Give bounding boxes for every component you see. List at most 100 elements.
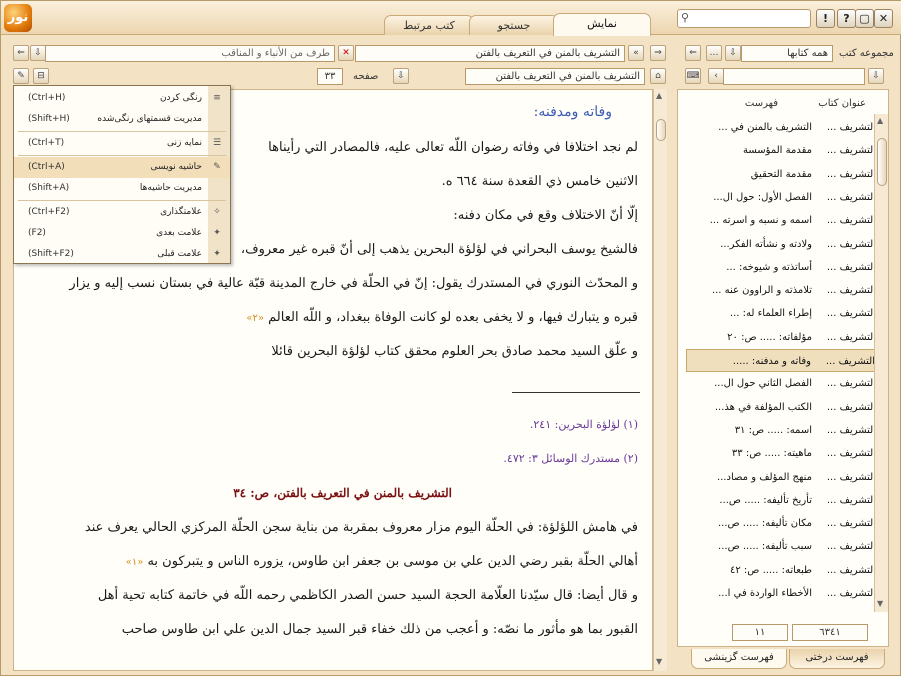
toc-row-book: التشريف ... [826, 331, 876, 343]
toc-panel: عنوان کتاب فهرست التشريف ... التشريف بالم… [677, 89, 889, 647]
footnote-ref[interactable]: «١» [126, 557, 144, 568]
section-field[interactable]: طرف من الأنباء و المناقب [45, 45, 335, 62]
scroll-up-icon[interactable]: ▲ [877, 116, 883, 125]
toc-row-book: التشريف ... [826, 191, 876, 203]
help-warning-button[interactable]: ! [816, 9, 835, 28]
text-line: القبور بما هو مأثور ما نصّه: و أعجب من ذ… [121, 622, 638, 637]
shortcut-label: (Ctrl+H) [28, 93, 66, 103]
toc-row-title: مقدمة التحقيق [750, 168, 812, 180]
toc-row[interactable]: التشريف ... تأريخ تأليفه: ..... ص... [686, 489, 876, 512]
column-header-book[interactable]: عنوان کتاب [818, 98, 866, 109]
toc-field[interactable]: التشریف بالمنن في التعریف بالفتن [465, 68, 645, 85]
toc-row-book: التشريف ... [826, 448, 876, 460]
toc-row[interactable]: التشريف ... مكان تأليفه: ..... ص... [686, 512, 876, 535]
toc-row[interactable]: التشريف ... سبب تأليفه: ..... ص... [686, 535, 876, 558]
document-scrollbar[interactable]: ▲ ▼ [653, 89, 667, 671]
shortcut-label: (F2) [28, 228, 46, 238]
toc-row[interactable]: التشريف ... التشريف بالمنن في ... [686, 116, 876, 139]
shortcut-label: (Shift+A) [28, 183, 70, 193]
prev-book-icon[interactable]: « [628, 45, 644, 61]
tab-related-books[interactable]: کتب مرتبط [384, 15, 474, 35]
menu-item-manage-annotations[interactable]: (Shift+A) مدیریت حاشیه‌ها [14, 178, 230, 199]
menu-item-annotate[interactable]: (Ctrl+A) حاشیه نویسی ✎ [14, 157, 230, 178]
tab-tree-toc[interactable]: فهرست درختی [789, 649, 885, 669]
text-line: أهالي الحلّة بقبر رضي الدين علي بن موسى … [126, 554, 638, 569]
page-go-icon[interactable]: ⇩ [393, 68, 409, 84]
sidebar-prev-icon[interactable]: ‹ [708, 68, 724, 84]
text-span: قبره و يتبارك فيها، و لا يخفى بعده لو كا… [268, 310, 638, 325]
app-logo[interactable]: نور [4, 4, 32, 32]
collection-select[interactable]: همه کتابها [741, 45, 833, 62]
shortcut-label: (Ctrl+T) [28, 138, 65, 148]
menu-item-prev-bookmark[interactable]: (Shift+F2) علامت قبلی ✦ [14, 244, 230, 265]
toc-row[interactable]: التشريف ... إطراء العلماء له: ... [686, 302, 876, 325]
text-line: و قال أيضا: قال سيّدنا العلّامة الحجة ال… [97, 588, 638, 603]
footnote-ref[interactable]: «٢» [246, 313, 264, 324]
menu-item-highlight[interactable]: (Ctrl+H) رنگی کردن ≡ [14, 88, 230, 109]
close-button[interactable]: ✕ [874, 9, 893, 28]
tab-selective-toc[interactable]: فهرست گزینشی [691, 649, 787, 669]
toc-row[interactable]: التشريف ... الفصل الأول: حول ال... [686, 186, 876, 209]
column-header-toc[interactable]: فهرست [745, 98, 778, 109]
more-options-icon[interactable]: … [706, 45, 722, 61]
nav-forward-icon[interactable]: ⇒ [650, 45, 666, 61]
toc-row[interactable]: التشريف ... اسمه و نسبه و اسرته ... [686, 209, 876, 232]
toc-row[interactable]: التشريف ... مؤلفاته: ..... ص: ٢٠ [686, 326, 876, 349]
toc-row-book: التشريف ... [826, 424, 876, 436]
book-field[interactable]: التشریف بالمنن في التعریف بالفتن [355, 45, 625, 62]
tools-menu: (Ctrl+H) رنگی کردن ≡ (Shift+H) مدیریت قس… [13, 85, 231, 264]
toc-row-title: ماهيته: ..... ص: ٣٣ [731, 448, 812, 460]
tab-search[interactable]: جستجو [469, 15, 559, 35]
toc-row-title: مقدمة المؤسسة [743, 145, 812, 157]
menu-item-bookmark[interactable]: (Ctrl+F2) علامتگذاری ✧ [14, 202, 230, 223]
scroll-thumb[interactable] [656, 119, 666, 141]
collection-dropdown-icon[interactable]: ⇩ [725, 45, 741, 61]
toc-row-book: التشريف ... [826, 285, 876, 297]
section-heading: وفاته ومدفنه: [533, 104, 612, 120]
toc-row[interactable]: التشريف ... تلامذته و الراوون عنه ... [686, 279, 876, 302]
tools-menu-icon[interactable]: ✎ [13, 68, 29, 84]
toc-row[interactable]: التشريف ... ماهيته: ..... ص: ٣٣ [686, 442, 876, 465]
nav-back-icon[interactable]: ⇐ [13, 45, 29, 61]
menu-item-label: علامتگذاری [160, 207, 202, 217]
menu-item-index[interactable]: (Ctrl+T) نمایه زنی ☰ [14, 133, 230, 154]
toc-row[interactable]: التشريف ... الفصل الثاني حول ال... [686, 372, 876, 395]
tag-icon[interactable]: ⌂ [650, 68, 666, 84]
tab-display[interactable]: نمایش [553, 13, 651, 36]
toc-row[interactable]: التشريف ... الكتب المؤلفة في هذ... [686, 396, 876, 419]
menu-item-manage-highlights[interactable]: (Shift+H) مدیریت قسمتهای رنگی‌شده [14, 109, 230, 130]
toc-row[interactable]: التشريف ... أساتذته و شيوخه: ... [686, 256, 876, 279]
view-mode-icon[interactable]: ⊟ [33, 68, 49, 84]
footnote-divider [512, 392, 640, 393]
scroll-up-icon[interactable]: ▲ [656, 91, 662, 100]
close-book-icon[interactable]: ✕ [338, 45, 354, 61]
toc-row[interactable]: التشريف ... مقدمة المؤسسة [686, 139, 876, 162]
toc-row[interactable]: التشريف ... منهج المؤلف و مصاد... [686, 466, 876, 489]
help-button[interactable]: ? [837, 9, 856, 28]
scroll-down-icon[interactable]: ▼ [877, 599, 883, 608]
sidebar-search-input[interactable] [723, 68, 865, 85]
toc-row[interactable]: التشريف ... طبعاته: ..... ص: ٤٢ [686, 559, 876, 582]
toc-row[interactable]: التشريف ... وفاته و مدفنه: ..... [686, 349, 876, 372]
menu-item-label: حاشیه نویسی [150, 162, 202, 172]
page-label: صفحه [353, 71, 379, 82]
section-dropdown-icon[interactable]: ⇩ [30, 45, 46, 61]
toc-row-title: الأخطاء الواردة في ا... [718, 588, 812, 599]
global-search-input[interactable]: ⚲ [677, 9, 811, 28]
page-number-input[interactable]: ۳۳ [317, 68, 343, 85]
toc-row[interactable]: التشريف ... الأخطاء الواردة في ا... [686, 582, 876, 605]
toc-row-title: وفاته و مدفنه: ..... [732, 356, 811, 367]
menu-item-next-bookmark[interactable]: (F2) علامت بعدی ✦ [14, 223, 230, 244]
toc-row[interactable]: التشريف ... اسمه: ..... ص: ٣١ [686, 419, 876, 442]
text-line: و المحدّث النوري في المستدرك يقول: إنّ ف… [69, 276, 638, 291]
scroll-thumb[interactable] [877, 138, 887, 186]
sidebar-go-icon[interactable]: ⇩ [868, 68, 884, 84]
sidebar-back-icon[interactable]: ⇐ [685, 45, 701, 61]
keyboard-icon[interactable]: ⌨ [685, 68, 701, 84]
toc-row[interactable]: التشريف ... ولادته و نشأته الفكر... [686, 233, 876, 256]
toc-row[interactable]: التشريف ... مقدمة التحقيق [686, 163, 876, 186]
toc-scrollbar[interactable]: ▲ ▼ [874, 114, 888, 612]
maximize-button[interactable]: ▢ [855, 9, 874, 28]
scroll-down-icon[interactable]: ▼ [656, 657, 662, 666]
shortcut-label: (Ctrl+F2) [28, 207, 70, 217]
